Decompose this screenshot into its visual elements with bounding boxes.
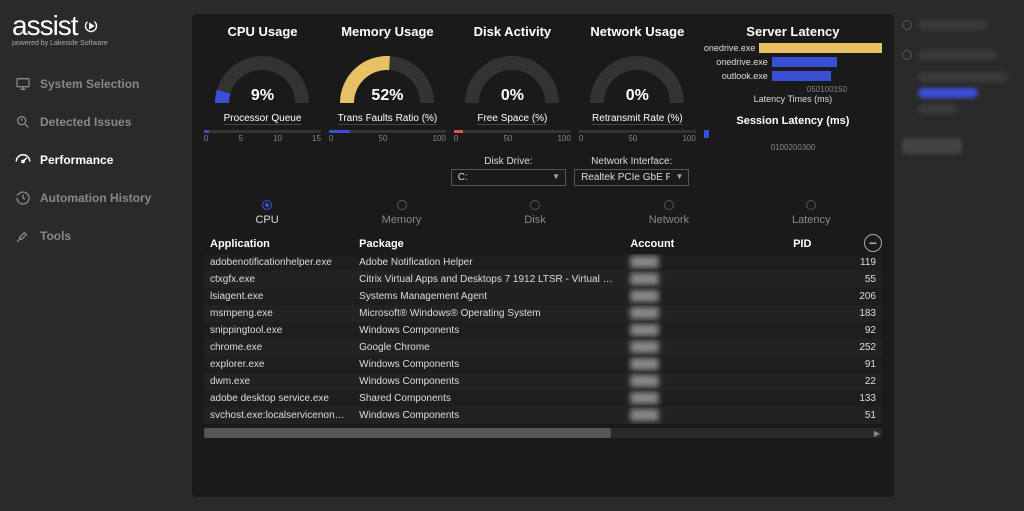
performance-panel: CPU Usage 9% Processor Queue 051015 Memo… — [192, 14, 894, 497]
process-table: ApplicationPackageAccountPID adobenotifi… — [204, 234, 882, 424]
metric-cpu: CPU Usage 9% Processor Queue 051015 — [204, 24, 321, 152]
metric-disk: Disk Activity 0% Free Space (%) 050100 — [454, 24, 571, 152]
disk-drive-select[interactable]: C: — [451, 169, 566, 186]
session-latency-chart — [704, 127, 882, 141]
nav-label: Tools — [40, 229, 71, 243]
search-alert-icon — [14, 113, 32, 131]
radio-icon — [806, 200, 816, 210]
scroll-right-icon[interactable]: ▶ — [872, 428, 882, 438]
table-row[interactable]: lsiagent.exeSystems Management Agent████… — [204, 288, 882, 305]
process-table-wrap: − ApplicationPackageAccountPID adobenoti… — [204, 234, 882, 487]
horizontal-scrollbar[interactable]: ◀ ▶ — [204, 428, 882, 438]
table-row[interactable]: snippingtool.exeWindows Components████92 — [204, 322, 882, 339]
nav-label: Automation History — [40, 191, 151, 205]
sub-label: Processor Queue — [224, 113, 302, 124]
network-if-select[interactable]: Realtek PCIe GbE F — [574, 169, 689, 186]
server-latency-chart: onedrive.exeonedrive.exeoutlook.exe — [704, 41, 882, 83]
radio-icon — [262, 200, 272, 210]
table-row[interactable]: svchost.exe:localservicenonetworkWindows… — [204, 407, 882, 424]
collapse-button[interactable]: − — [864, 234, 882, 252]
gauge-memory: 52% — [327, 41, 447, 111]
tools-icon — [14, 227, 32, 245]
gauge-network: 0% — [577, 41, 697, 111]
table-row[interactable]: dwm.exeWindows Components████22 — [204, 373, 882, 390]
gauge-cpu: 9% — [202, 41, 322, 111]
mini-bar-memory: 050100 — [329, 126, 446, 144]
metric-latency: Server Latency onedrive.exeonedrive.exeo… — [704, 24, 882, 152]
metrics-row: CPU Usage 9% Processor Queue 051015 Memo… — [204, 24, 882, 152]
sidebar: assist powered by Lakeside Software Syst… — [0, 0, 192, 511]
nav-performance[interactable]: Performance — [8, 141, 184, 179]
nav-system-selection[interactable]: System Selection — [8, 65, 184, 103]
table-row[interactable]: adobenotificationhelper.exeAdobe Notific… — [204, 254, 882, 271]
monitor-icon — [14, 75, 32, 93]
nav: System Selection Detected Issues Perform… — [8, 65, 184, 255]
table-row[interactable]: explorer.exeWindows Components████91 — [204, 356, 882, 373]
sub-label: Retransmit Rate (%) — [592, 113, 683, 124]
disk-drive-control: Disk Drive: C: — [451, 156, 566, 186]
metric-title: Disk Activity — [474, 24, 552, 39]
table-row[interactable]: adobe desktop service.exeShared Componen… — [204, 390, 882, 407]
nav-label: System Selection — [40, 77, 139, 91]
metric-title: Memory Usage — [341, 24, 433, 39]
metric-title: Network Usage — [590, 24, 684, 39]
brand-name: assist — [12, 10, 78, 42]
network-if-label: Network Interface: — [574, 156, 689, 167]
gauge-icon — [14, 151, 32, 169]
scroll-thumb[interactable] — [204, 428, 611, 438]
radio-icon — [397, 200, 407, 210]
nav-tools[interactable]: Tools — [8, 217, 184, 255]
col-header[interactable]: Package — [353, 234, 624, 254]
history-icon — [14, 189, 32, 207]
gauge-value: 0% — [452, 87, 572, 105]
mini-bar-disk: 050100 — [454, 126, 571, 144]
brand-tagline: powered by Lakeside Software — [12, 40, 184, 47]
table-row[interactable]: msmpeng.exeMicrosoft® Windows® Operating… — [204, 305, 882, 322]
gauge-value: 9% — [202, 87, 322, 105]
assist-arrow-icon — [80, 15, 102, 37]
tab-memory[interactable]: Memory — [382, 200, 422, 226]
table-row[interactable]: chrome.exeGoogle Chrome████252 — [204, 339, 882, 356]
table-row[interactable]: ctxgfx.exeCitrix Virtual Apps and Deskto… — [204, 271, 882, 288]
nav-detected-issues[interactable]: Detected Issues — [8, 103, 184, 141]
nav-label: Detected Issues — [40, 115, 131, 129]
resource-tabs: CPU Memory Disk Network Latency — [204, 200, 882, 226]
radio-icon — [664, 200, 674, 210]
gauge-value: 0% — [577, 87, 697, 105]
radio-icon — [530, 200, 540, 210]
metric-network: Network Usage 0% Retransmit Rate (%) 050… — [579, 24, 696, 152]
x-axis-label: Latency Times (ms) — [754, 94, 833, 104]
network-interface-control: Network Interface: Realtek PCIe GbE F — [574, 156, 689, 186]
mini-bar-network: 050100 — [579, 126, 696, 144]
controls-row: Disk Drive: C: Network Interface: Realte… — [204, 156, 882, 186]
nav-label: Performance — [40, 153, 113, 167]
nav-automation-history[interactable]: Automation History — [8, 179, 184, 217]
metric-title: Server Latency — [746, 24, 839, 39]
metric-memory: Memory Usage 52% Trans Faults Ratio (%) … — [329, 24, 446, 152]
brand-logo: assist powered by Lakeside Software — [8, 10, 184, 47]
gauge-disk: 0% — [452, 41, 572, 111]
disk-drive-label: Disk Drive: — [451, 156, 566, 167]
sub-label: Trans Faults Ratio (%) — [338, 113, 438, 124]
right-rail — [894, 0, 1024, 511]
mini-bar-cpu: 051015 — [204, 126, 321, 144]
session-latency-title: Session Latency (ms) — [736, 115, 849, 127]
metric-title: CPU Usage — [227, 24, 297, 39]
table-actions: − — [864, 234, 882, 252]
gauge-value: 52% — [327, 87, 447, 105]
col-header[interactable]: Application — [204, 234, 353, 254]
col-header[interactable]: Account — [624, 234, 787, 254]
tab-network[interactable]: Network — [649, 200, 689, 226]
axis: 0100200300 — [771, 143, 816, 152]
axis: 050100150 — [739, 85, 847, 94]
sub-label: Free Space (%) — [477, 113, 547, 124]
tab-disk[interactable]: Disk — [524, 200, 545, 226]
tab-latency[interactable]: Latency — [792, 200, 831, 226]
tab-cpu[interactable]: CPU — [255, 200, 278, 226]
